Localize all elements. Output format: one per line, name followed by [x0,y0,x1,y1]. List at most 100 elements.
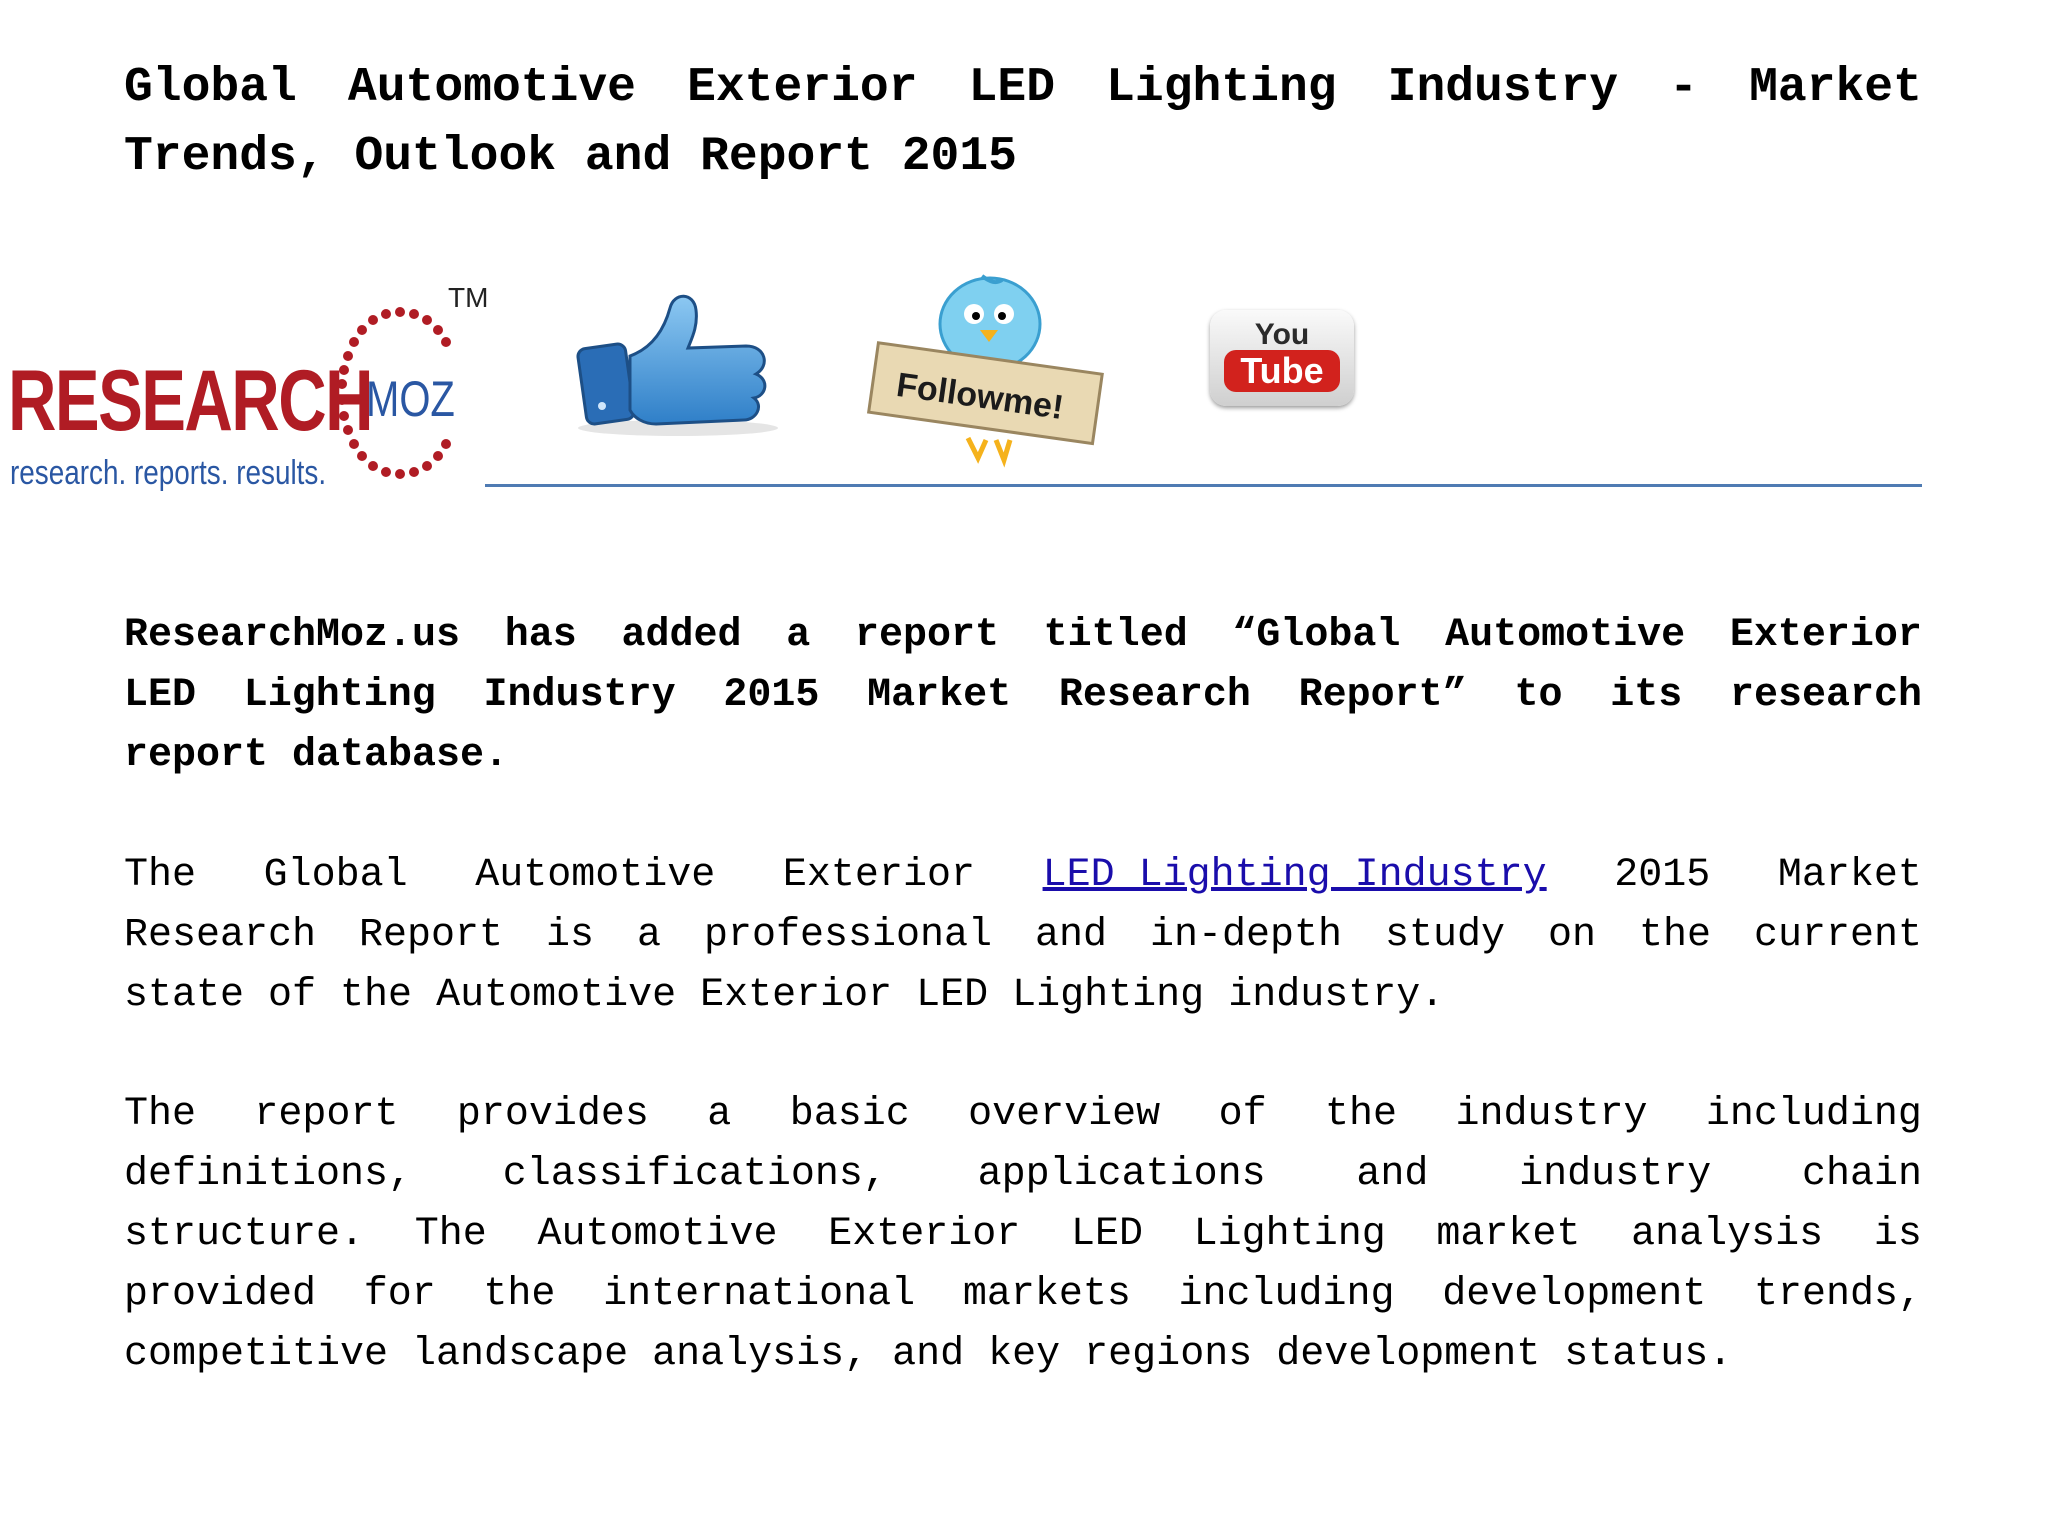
word: report [854,613,999,658]
word: in-depth [1149,913,1342,958]
word: LED [916,973,989,1018]
logo-moz-text: MOZ [366,371,455,427]
word: state [124,973,245,1018]
word: has [504,613,577,658]
word: research [1729,673,1922,718]
word: 2015 [1614,853,1711,898]
word: competitive [124,1332,389,1377]
word: a [707,1092,732,1137]
intro-line-2: LED Lighting Industry 2015 Market Research Rep… [124,666,1922,726]
word: industry [1455,1092,1648,1137]
word: overview [968,1092,1161,1137]
intro-line-1: ResearchMoz.us has added a report titled “Glob… [124,606,1922,666]
word: Global [263,853,408,898]
word: of [1218,1092,1267,1137]
word: and [892,1332,965,1377]
word: Outlook [354,130,557,184]
word: and [1034,913,1107,958]
word: Market [1777,853,1922,898]
word: is [546,913,595,958]
word: provides [456,1092,649,1137]
word: LED [968,61,1056,115]
word: Lighting [1012,973,1205,1018]
youtube-icon: You Tube [1210,310,1354,406]
word: Market [1749,61,1922,115]
word: international [603,1272,916,1317]
word: Automotive [537,1212,778,1257]
word: Automotive [436,973,677,1018]
word: Exterior [828,1212,1021,1257]
word: development [1276,1332,1541,1377]
word: Report [359,913,504,958]
overview-paragraph: The report provides a basic overview of the indu… [124,1085,1922,1385]
word: the [483,1272,556,1317]
word: The [414,1212,487,1257]
word: status. [1564,1332,1733,1377]
word: a [636,913,661,958]
word: structure. [124,1212,365,1257]
word: classifications, [502,1152,887,1197]
word: LED [124,673,197,718]
word: Lighting [1193,1212,1386,1257]
word: report [254,1092,399,1137]
word: chain [1801,1152,1922,1197]
word: database. [292,733,509,778]
word: study [1384,913,1505,958]
overview-line-5: competitive landscape analysis, and key regio… [124,1325,1922,1385]
word: 2015 [901,130,1017,184]
word: of [268,973,317,1018]
word: added [621,613,742,658]
overview-line-2: definitions, classifications, applications… [124,1145,1922,1205]
follow-me-button[interactable]: Followme! [850,272,1120,472]
twitter-bird-icon: Followme! [866,274,1104,468]
header-divider [485,484,1922,487]
word: including [1178,1272,1395,1317]
intro-line-3: report database. [124,726,1922,786]
word: Automotive [347,61,636,115]
word: definitions, [124,1152,413,1197]
word: trends, [1753,1272,1922,1317]
intro-paragraph: ResearchMoz.us has added a report titled “Glob… [124,606,1922,786]
word: Lighting [243,673,436,718]
word: current [1753,913,1922,958]
word: analysis, [652,1332,869,1377]
word: a [786,613,811,658]
word: to [1514,673,1563,718]
word: Automotive [475,853,716,898]
word: is [1873,1212,1922,1257]
word: The [124,853,197,898]
description-line-2: Research Report is a professional and in-depth… [124,906,1922,966]
researchmoz-logo[interactable]: RESEARCH MOZ TM research. reports. resul… [0,278,500,508]
youtube-tube-text: Tube [1224,350,1340,392]
word: industry [1519,1152,1712,1197]
title-line-2: Trends, Outlook and Report 2015 [124,123,1922,192]
word: analysis [1631,1212,1824,1257]
word: landscape [412,1332,629,1377]
description-line-3: state of the Automotive Exterior LED Lighting i… [124,966,1922,1026]
logo-trademark: TM [448,282,489,313]
youtube-button[interactable]: You Tube [1206,306,1358,406]
word: Market [867,673,1012,718]
logo-wordmark: RESEARCH [8,353,374,449]
thumbs-up-icon [576,294,778,436]
like-button[interactable] [560,278,790,438]
word: Trends, [124,130,326,184]
word: “Global [1232,613,1401,658]
word: Exterior [700,973,893,1018]
word: the [1638,913,1711,958]
description-paragraph: The Global Automotive Exterior LED Lighting… [124,846,1922,1026]
title-line-1: Global Automotive Exterior LED Lighting Indus… [124,54,1922,123]
word: ResearchMoz.us [124,613,461,658]
word: Report” [1298,673,1467,718]
word: The [124,1092,197,1137]
led-lighting-industry-link[interactable]: LED Lighting Industry [1043,846,1547,906]
word: LED [1070,1212,1143,1257]
word: basic [789,1092,910,1137]
word: including [1705,1092,1922,1137]
page-title: Global Automotive Exterior LED Lighting Indus… [124,54,1922,192]
word: Research [1058,673,1251,718]
word: industry. [1228,973,1445,1018]
word: 2015 [723,673,820,718]
word: development [1442,1272,1707,1317]
word: and [1356,1152,1429,1197]
